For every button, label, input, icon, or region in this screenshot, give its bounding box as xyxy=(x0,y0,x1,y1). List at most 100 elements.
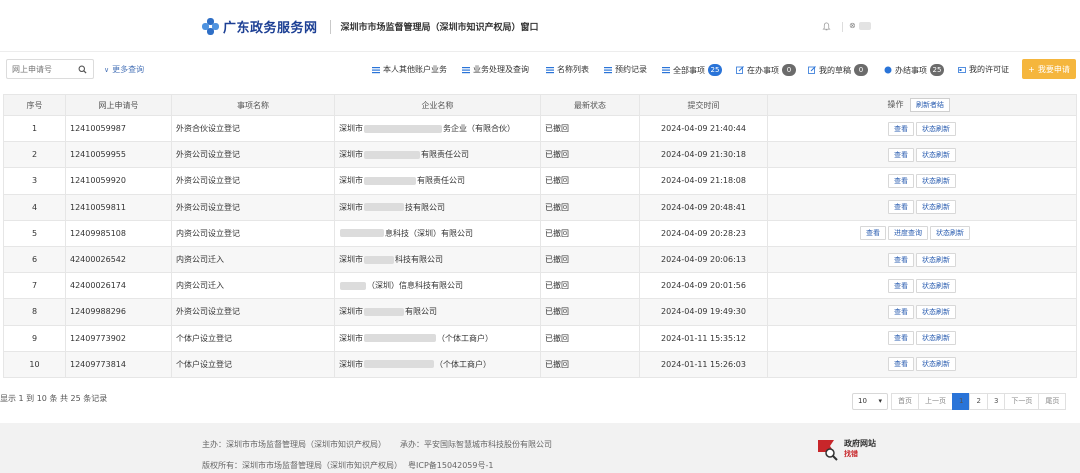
site-name: 广东政务服务网 xyxy=(223,21,318,36)
status-refresh-button[interactable]: 状态刷新 xyxy=(916,331,956,346)
cell-app-no: 12410059920 xyxy=(65,167,172,195)
status-refresh-button[interactable]: 状态刷新 xyxy=(916,357,956,372)
view-button[interactable]: 查看 xyxy=(888,278,914,293)
search-input[interactable] xyxy=(7,60,71,78)
toolbar-item-label: 预约记录 xyxy=(615,65,647,74)
apply-button[interactable]: + 我要申请 xyxy=(1022,59,1076,79)
toolbar-item-label: 我的许可证 xyxy=(969,65,1009,74)
toolbar-item-drafts[interactable]: 我的草稿 0 xyxy=(808,64,868,76)
search-box[interactable] xyxy=(6,59,94,79)
count-badge: 0 xyxy=(854,64,868,76)
cell-time: 2024-01-11 15:35:12 xyxy=(639,324,768,352)
cell-time: 2024-01-11 15:26:03 xyxy=(639,350,768,378)
view-button[interactable]: 查看 xyxy=(888,252,914,267)
user-menu[interactable]: ⊗ xyxy=(849,21,871,30)
page-button-3[interactable]: 3 xyxy=(986,392,1006,410)
view-button[interactable]: 查看 xyxy=(888,147,914,162)
cell-item: 外资公司设立登记 xyxy=(171,193,335,221)
company-name-suffix: （个体工商户） xyxy=(435,359,491,369)
gov-site-error-logo[interactable]: 政府网站 找错 xyxy=(816,437,876,461)
cell-company: 深圳市 技有限公司 xyxy=(334,193,541,221)
cell-ops: 查看 状态刷新 xyxy=(767,272,1077,300)
toolbar-item-licenses[interactable]: 我的许可证 xyxy=(958,64,1009,75)
view-button[interactable]: 查看 xyxy=(888,200,914,215)
status-refresh-button[interactable]: 状态刷新 xyxy=(916,278,956,293)
cell-item: 外资公司设立登记 xyxy=(171,298,335,326)
view-button[interactable]: 查看 xyxy=(888,331,914,346)
count-badge: 0 xyxy=(782,64,796,76)
first-page-button[interactable]: 首页 xyxy=(891,392,919,410)
view-button[interactable]: 查看 xyxy=(888,304,914,319)
prev-page-button[interactable]: 上一页 xyxy=(918,392,953,410)
toolbar-item-reservations[interactable]: 预约记录 xyxy=(604,64,647,75)
redacted-block xyxy=(364,334,436,343)
cell-company: 深圳市 有限责任公司 xyxy=(334,141,541,169)
redacted-block xyxy=(364,124,442,133)
cell-item: 内资公司迁入 xyxy=(171,272,335,300)
pagination: 10 ▾ 首页 上一页 1 2 3 下一页 尾页 xyxy=(852,392,1067,410)
company-name-suffix: 有限公司 xyxy=(405,307,437,317)
cell-ops: 查看 状态刷新 xyxy=(767,298,1077,326)
cell-time: 2024-04-09 20:06:13 xyxy=(639,245,768,274)
search-icon[interactable] xyxy=(78,65,87,74)
cell-ops: 查看 状态刷新 xyxy=(767,114,1077,143)
company-name-prefix: 深圳市 xyxy=(339,255,363,265)
status-refresh-button[interactable]: 状态刷新 xyxy=(916,200,956,215)
site-logo[interactable]: 广东政务服务网 深圳市市场监督管理局（深圳市知识产权局）窗口 xyxy=(202,17,539,36)
cell-time: 2024-04-09 20:48:41 xyxy=(639,193,768,221)
company-name-prefix: 深圳市 xyxy=(339,359,363,369)
company-name-prefix: 深圳市 xyxy=(339,176,363,186)
status-refresh-button[interactable]: 状态刷新 xyxy=(916,121,956,136)
cell-item: 内资公司迁入 xyxy=(171,245,335,274)
toolbar-item-business-query[interactable]: 业务处理及查询 xyxy=(462,64,529,75)
redacted-block xyxy=(364,176,416,185)
toolbar-item-all-matters[interactable]: 全部事项 25 xyxy=(662,64,722,76)
page-size-select[interactable]: 10 ▾ xyxy=(852,392,888,410)
table-header-row: 序号 网上申请号 事项名称 企业名称 最新状态 提交时间 操作 刷新者结 xyxy=(3,94,1077,116)
company-name-suffix: （深圳）信息科技有限公司 xyxy=(367,281,463,291)
view-button[interactable]: 查看 xyxy=(888,121,914,136)
redacted-block xyxy=(340,229,384,238)
list-icon xyxy=(662,67,670,74)
cell-no: 10 xyxy=(3,350,66,378)
cell-no: 1 xyxy=(3,114,66,143)
cell-status: 已撤回 xyxy=(540,350,640,378)
toolbar-item-in-progress[interactable]: 在办事项 0 xyxy=(736,64,796,76)
bell-icon[interactable] xyxy=(822,22,831,31)
page-button-2[interactable]: 2 xyxy=(969,392,988,410)
cell-app-no: 12410059811 xyxy=(65,193,172,221)
view-button[interactable]: 查看 xyxy=(888,357,914,372)
footer-host: 主办：深圳市市场监督管理局（深圳市知识产权局） xyxy=(202,440,386,449)
cell-ops: 查看 状态刷新 xyxy=(767,193,1077,221)
toolbar-item-completed[interactable]: 办结事项 25 xyxy=(884,64,944,76)
view-button[interactable]: 查看 xyxy=(888,173,914,188)
status-refresh-button[interactable]: 状态刷新 xyxy=(916,147,956,162)
cell-company: 深圳市 （个体工商户） xyxy=(334,350,541,378)
redacted-block xyxy=(364,203,404,212)
status-refresh-button[interactable]: 状态刷新 xyxy=(930,226,970,241)
company-name-suffix: 技有限公司 xyxy=(405,202,445,212)
toolbar-item-label: 本人其他账户业务 xyxy=(383,65,447,74)
company-name-suffix: 有限责任公司 xyxy=(417,176,465,186)
footer-copyright: 版权所有：深圳市市场监督管理局（深圳市知识产权局） xyxy=(202,461,402,470)
toolbar-item-label: 业务处理及查询 xyxy=(473,65,529,74)
view-button[interactable]: 查看 xyxy=(860,226,886,241)
chevron-down-icon: ▾ xyxy=(878,397,882,405)
last-page-button[interactable]: 尾页 xyxy=(1038,392,1067,410)
col-header-company: 企业名称 xyxy=(334,94,541,116)
status-refresh-button[interactable]: 状态刷新 xyxy=(916,304,956,319)
next-page-button[interactable]: 下一页 xyxy=(1004,392,1040,410)
refresh-all-button[interactable]: 刷新者结 xyxy=(910,98,950,112)
footer-icp[interactable]: 粤ICP备15042059号-1 xyxy=(408,460,493,471)
col-header-status: 最新状态 xyxy=(540,94,640,116)
cell-item: 个体户设立登记 xyxy=(171,350,335,378)
status-refresh-button[interactable]: 状态刷新 xyxy=(916,252,956,267)
toolbar-item-name-list[interactable]: 名称列表 xyxy=(546,64,589,75)
more-search-link[interactable]: ∨ 更多查询 xyxy=(104,64,144,75)
cell-company: （深圳）信息科技有限公司 xyxy=(334,272,541,300)
status-refresh-button[interactable]: 状态刷新 xyxy=(916,173,956,188)
progress-query-button[interactable]: 进度查询 xyxy=(888,226,928,241)
cell-app-no: 42400026174 xyxy=(65,272,172,300)
toolbar-item-other-accounts[interactable]: 本人其他账户业务 xyxy=(372,64,447,75)
page-button-1[interactable]: 1 xyxy=(952,392,971,410)
